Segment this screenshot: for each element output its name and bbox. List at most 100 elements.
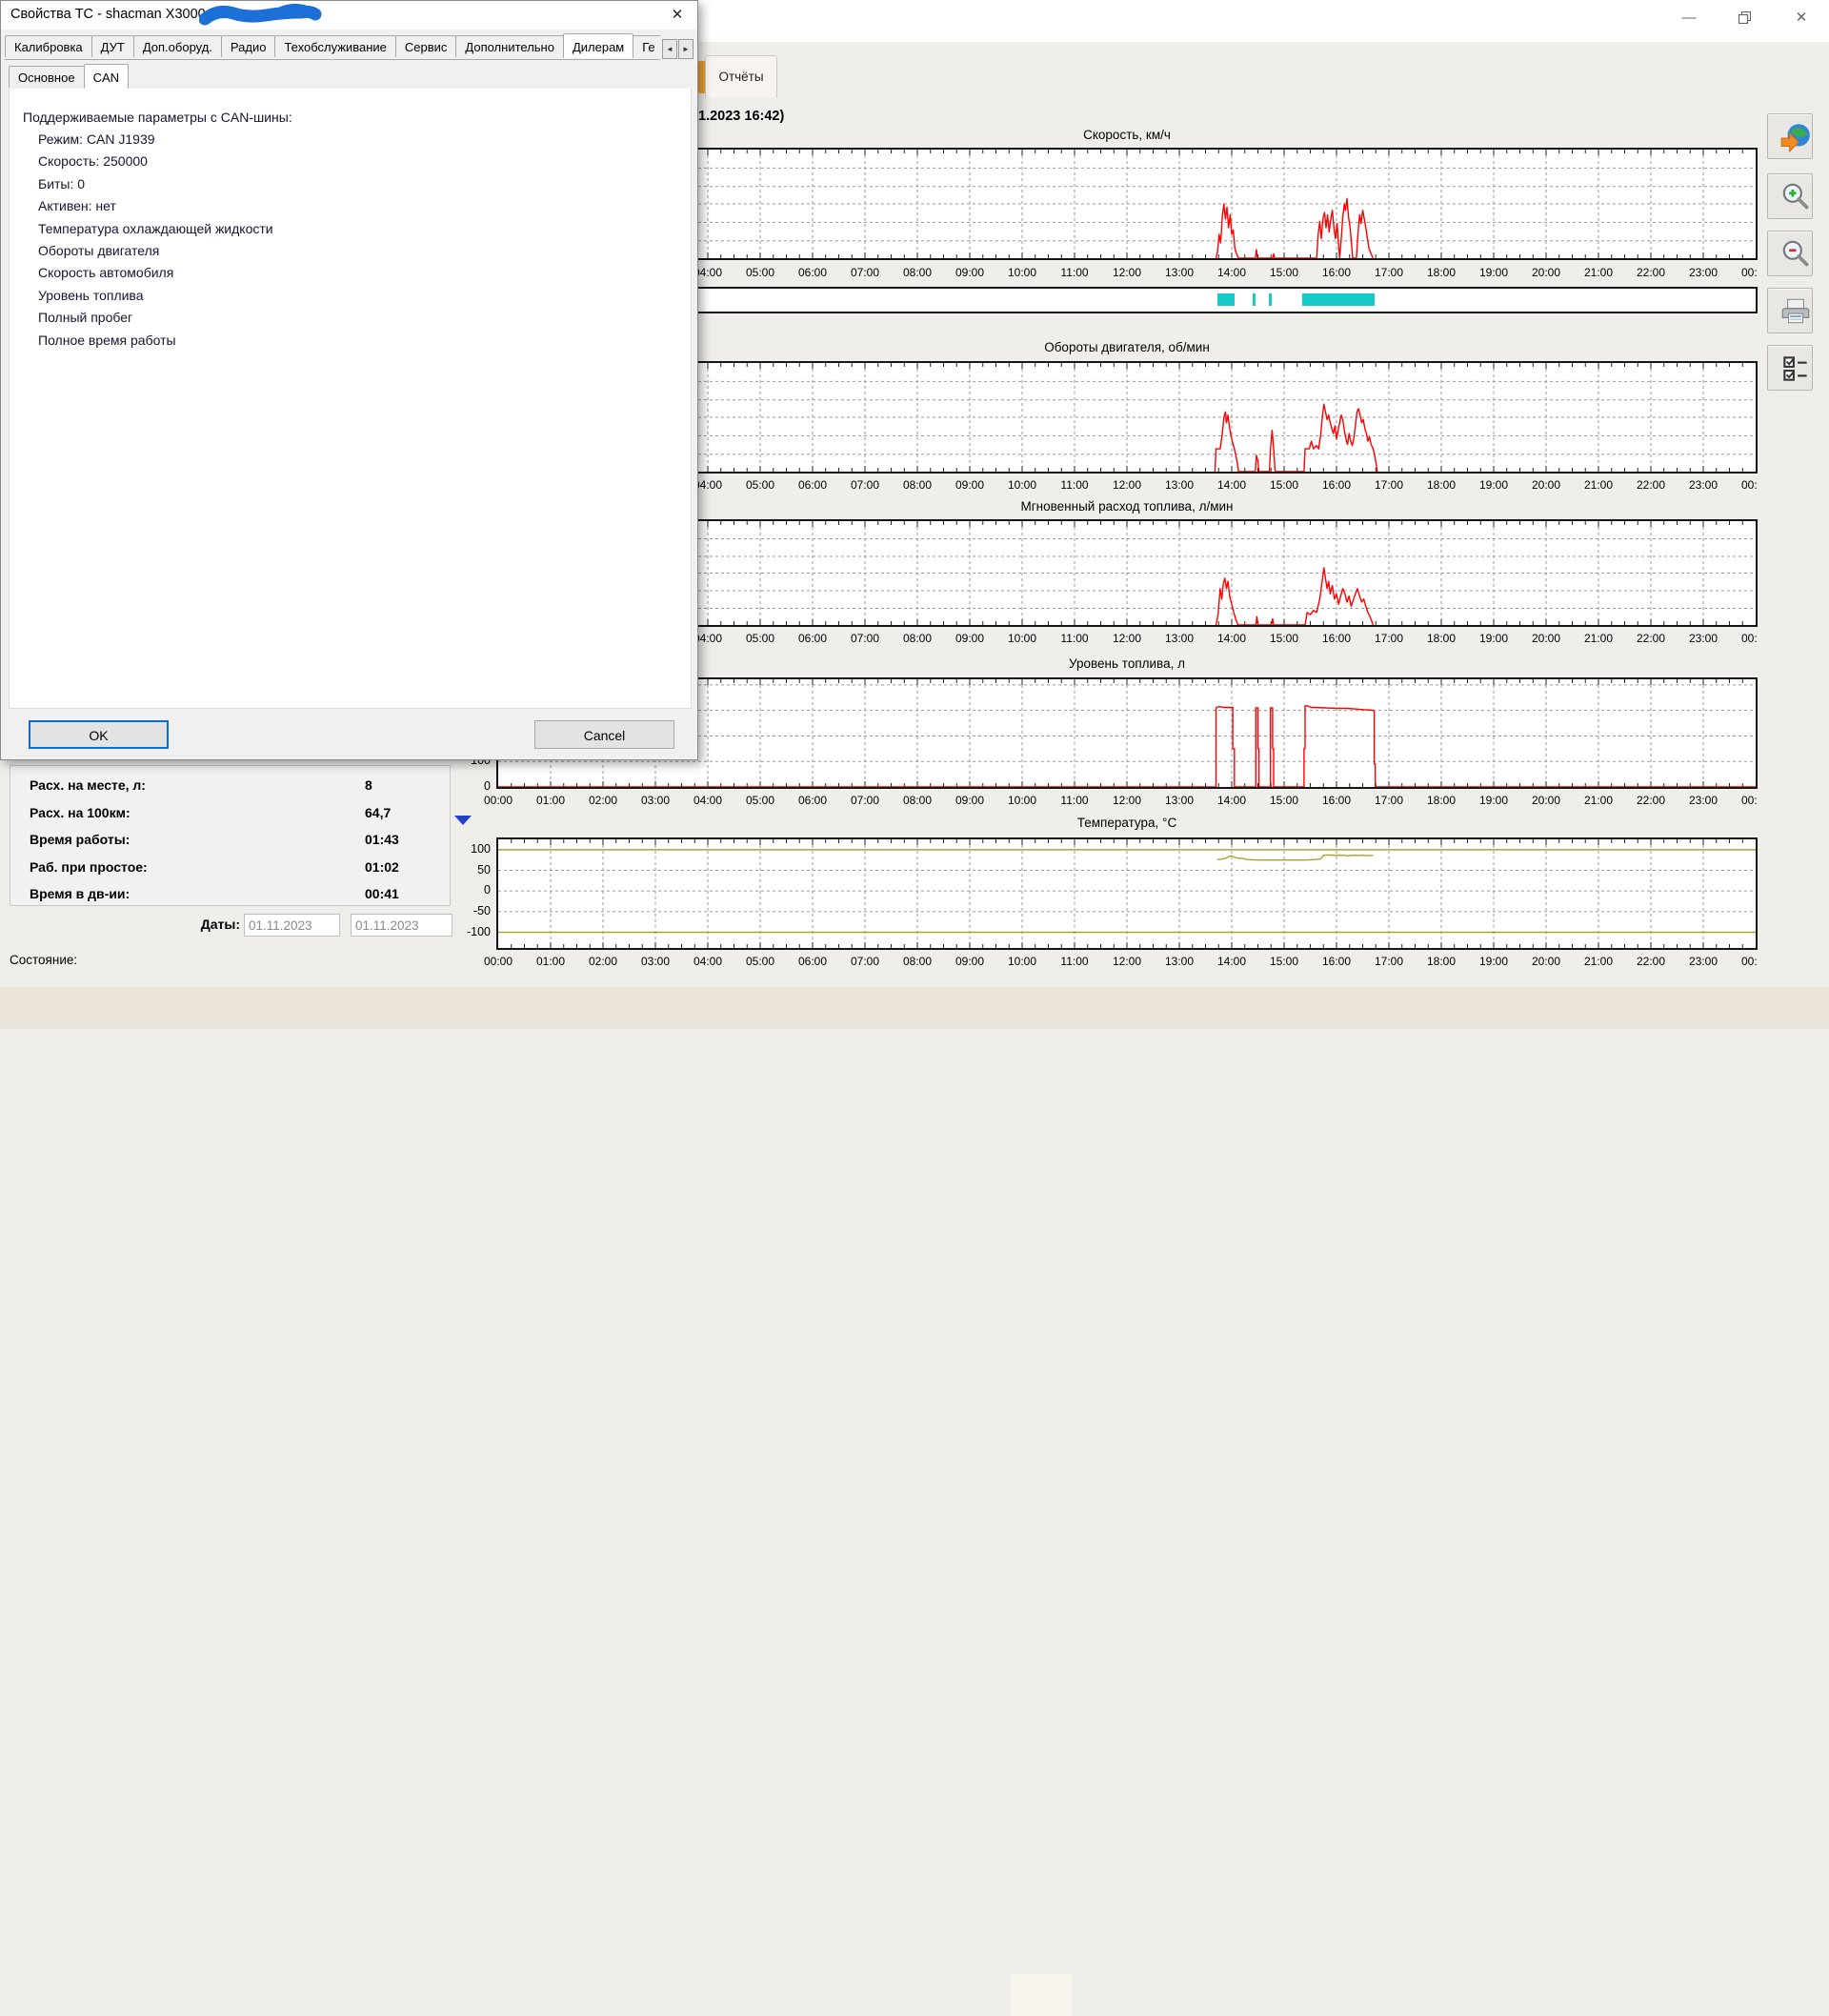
dialog-tab-1[interactable]: ДУТ [91,35,134,57]
fuel-level-x-tick-label: 18:00 [1420,794,1462,807]
dialog-titlebar: Свойства ТС - shacman X3000 (8 ✕ [1,1,697,30]
fuel-rate-x-tick-label: 14:00 [1211,632,1253,645]
state-label: Состояние: [10,953,77,967]
rpm-x-tick-label: 07:00 [844,478,886,492]
fuel-rate-x-tick-label: 16:00 [1316,632,1357,645]
report-period-header: 1.2023 16:42) [698,109,784,124]
rpm-x-tick-label: 09:00 [949,478,991,492]
dates-row: Даты: [0,913,455,937]
speed-x-tick-label: 13:00 [1158,266,1200,279]
rpm-x-tick-label: 08:00 [896,478,938,492]
speed-x-tick-label: 12:00 [1106,266,1148,279]
map-globe-button[interactable] [1767,113,1813,159]
temperature-x-tick-label: 09:00 [949,955,991,968]
fuel-level-x-tick-label: 01:00 [530,794,572,807]
can-item-1: Скорость: 250000 [38,153,148,169]
temperature-x-tick-label: 08:00 [896,955,938,968]
speed-x-tick-label: 06:00 [792,266,834,279]
temperature-x-tick-label: 17:00 [1368,955,1410,968]
fuel-rate-x-tick-label: 20:00 [1525,632,1567,645]
temperature-x-tick-label: 16:00 [1316,955,1357,968]
active-app-highlight [1012,1974,1073,2016]
fuel-level-x-tick-label: 19:00 [1473,794,1515,807]
speed-x-tick-label: 18:00 [1420,266,1462,279]
speed-x-tick-label: 11:00 [1054,266,1095,279]
fuel-level-x-tick-label: 17:00 [1368,794,1410,807]
tab-reports[interactable]: Отчёты [705,55,777,98]
speed-x-tick-label: 20:00 [1525,266,1567,279]
fuel-level-y-tick-label: 0 [447,779,491,793]
rpm-x-tick-label: 12:00 [1106,478,1148,492]
date-to-input[interactable] [351,914,452,937]
dialog-inner-tab-strip: ОсновноеCAN [9,64,692,91]
print-button[interactable] [1767,288,1813,333]
fuel-rate-x-tick-label: 10:00 [1001,632,1043,645]
temperature-plot[interactable] [496,837,1758,950]
temperature-x-tick-label: 07:00 [844,955,886,968]
temperature-x-tick-label: 11:00 [1054,955,1095,968]
ok-button[interactable]: OK [29,720,169,749]
speed-x-tick-label: 05:00 [739,266,781,279]
zoom-in-button[interactable] [1767,173,1813,219]
dialog-tab-6[interactable]: Дополнительно [455,35,564,57]
activity-segment-3 [1302,293,1374,306]
fuel-level-x-tick-label: 21:00 [1578,794,1619,807]
dialog-title: Свойства ТС - shacman X3000 (8 [10,7,222,22]
speed-x-tick-label: 15:00 [1263,266,1305,279]
tab-scroll-right-button[interactable]: ► [678,39,693,59]
fuel-level-x-tick-label: 03:00 [634,794,676,807]
tab-scroll-left-button[interactable]: ◄ [662,39,677,59]
stat-row-2: Время работы:01:43 [10,826,450,855]
can-item-3: Активен: нет [38,198,116,213]
dialog-tab-7[interactable]: Дилерам [563,33,633,58]
can-item-4: Температура охлаждающей жидкости [38,221,273,236]
temperature-chart-title: Температура, °C [498,816,1756,830]
stat-label: Расх. на 100км: [30,805,131,820]
fuel-rate-x-tick-label: 21:00 [1578,632,1619,645]
vehicle-properties-dialog: Свойства ТС - shacman X3000 (8 ✕ Калибро… [0,0,698,760]
cancel-button[interactable]: Cancel [534,720,674,749]
fuel-level-x-tick-label: 09:00 [949,794,991,807]
temperature-x-tick-label: 05:00 [739,955,781,968]
date-from-input[interactable] [244,914,340,937]
dialog-tab-5[interactable]: Сервис [395,35,457,57]
stat-value: 01:02 [365,859,399,875]
stat-row-3: Раб. при простое:01:02 [10,854,450,882]
temperature-x-tick-label: 02:00 [582,955,624,968]
fuel-rate-x-tick-label: 18:00 [1420,632,1462,645]
dialog-tab-8[interactable]: Ге [633,35,660,57]
fuel-level-x-tick-label: 06:00 [792,794,834,807]
dialog-tab-0[interactable]: Калибровка [5,35,92,57]
dates-label: Даты: [162,917,240,932]
can-item-0: Режим: CAN J1939 [38,131,155,147]
dialog-close-icon[interactable]: ✕ [667,5,688,26]
inner-tab-can[interactable]: CAN [84,64,129,89]
speed-x-tick-label: 00:00 [1735,266,1758,279]
inner-tab-основное[interactable]: Основное [9,66,85,88]
activity-segment-1 [1253,293,1256,306]
side-toolbar [1760,42,1829,987]
map-globe-icon [1779,120,1813,154]
fuel-level-x-tick-label: 10:00 [1001,794,1043,807]
rpm-x-tick-label: 21:00 [1578,478,1619,492]
rpm-x-tick-label: 17:00 [1368,478,1410,492]
temperature-y-tick-label: 100 [447,842,491,856]
temperature-x-tick-label: 22:00 [1630,955,1672,968]
dialog-tab-4[interactable]: Техобслуживание [274,35,395,57]
dialog-tab-strip: КалибровкаДУТДоп.оборуд.РадиоТехобслужив… [5,33,660,60]
fuel-rate-x-tick-label: 15:00 [1263,632,1305,645]
zoom-out-button[interactable] [1767,231,1813,276]
dialog-tab-2[interactable]: Доп.оборуд. [133,35,222,57]
fuel-level-x-tick-label: 22:00 [1630,794,1672,807]
rpm-x-tick-label: 18:00 [1420,478,1462,492]
dialog-tab-3[interactable]: Радио [221,35,276,57]
checklist-button[interactable] [1767,345,1813,391]
taskbar [0,987,1829,1029]
collapse-triangle-icon[interactable] [454,816,472,825]
can-item-8: Полный пробег [38,310,132,325]
fuel-rate-x-tick-label: 05:00 [739,632,781,645]
speed-x-tick-label: 10:00 [1001,266,1043,279]
close-icon[interactable]: ✕ [1779,4,1823,32]
fuel-level-x-tick-label: 15:00 [1263,794,1305,807]
fuel-level-x-tick-label: 11:00 [1054,794,1095,807]
